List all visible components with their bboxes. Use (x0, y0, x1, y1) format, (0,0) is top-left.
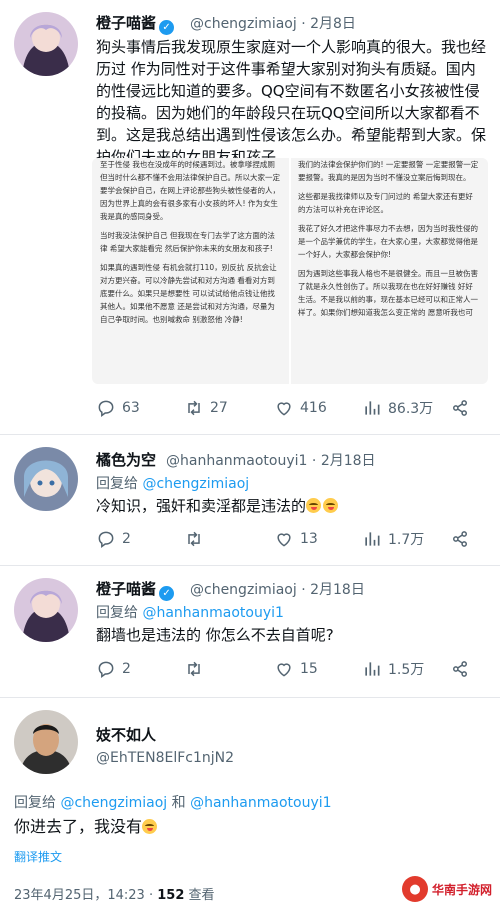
avatar[interactable] (14, 12, 78, 76)
like-button[interactable]: 13 (274, 528, 318, 550)
tweet-date[interactable]: 2月18日 (310, 582, 365, 598)
display-name[interactable]: 妓不如人 (96, 724, 156, 745)
avatar[interactable] (14, 578, 78, 642)
mention-link[interactable]: @chengzimiaoj (142, 476, 249, 492)
mention-link[interactable]: @hanhanmaotouyi1 (142, 605, 283, 621)
tweet-actions: 2 13 1.7万 (96, 528, 486, 550)
heart-icon (277, 402, 291, 416)
views-chart-icon (365, 401, 380, 415)
heart-icon (277, 663, 291, 677)
replying-to: 回复给 @hanhanmaotouyi1 (96, 605, 284, 621)
tweet-text: 狗头事情后我发现原生家庭对一个人影响真的很大。我也经历过 作为同性对于这件事希望… (96, 38, 487, 166)
views-button[interactable]: 1.5万 (362, 658, 424, 680)
tweet-text: 翻墙也是违法的 你怎么不去自首呢? (96, 626, 334, 644)
handle[interactable]: @chengzimiaoj (190, 582, 297, 598)
tweet-text: 你进去了，我没有 (14, 816, 484, 838)
verified-badge-icon: ✓ (159, 20, 175, 35)
display-name[interactable]: 橘色为空 (96, 449, 156, 470)
tweet-meta: @chengzimiaoj · 2月18日 (190, 582, 365, 598)
tweet-date[interactable]: 2月8日 (310, 16, 356, 32)
laughing-emoji-icon (323, 498, 339, 513)
display-name[interactable]: 橙子喵酱 ✓ (96, 12, 177, 35)
tweet-text: 冷知识，强奸和卖淫都是违法的 (96, 495, 486, 517)
retweet-icon (188, 400, 200, 416)
tweet-actions: 2 15 1.5万 (96, 658, 486, 680)
handle[interactable]: @chengzimiaoj (190, 16, 297, 32)
mention-link[interactable]: @hanhanmaotouyi1 (190, 795, 331, 811)
handle[interactable]: @hanhanmaotouyi1 (166, 453, 307, 469)
tweet-main: 橙子喵酱 ✓ @chengzimiaoj · 2月8日 狗头事情后我发现原生家庭对… (0, 0, 500, 440)
site-watermark: ● 华南手游网 (401, 876, 492, 902)
retweet-icon (188, 661, 200, 677)
share-icon (453, 661, 467, 677)
heart-icon (277, 533, 291, 547)
reply-button[interactable]: 2 (96, 658, 131, 680)
tweet-date[interactable]: 2月18日 (321, 453, 376, 469)
attached-image[interactable]: 至于性侵 我也在没成年的时候遇到过。被拿嗲捏成厕 但当时什么都不懂不会用法律保护… (92, 158, 488, 384)
views-chart-icon (365, 662, 380, 676)
reply-tweet: 橙子喵酱 ✓ @chengzimiaoj · 2月18日 回复给 @hanhanm… (0, 566, 500, 696)
views-button[interactable]: 1.7万 (362, 528, 424, 550)
laughing-emoji-icon (142, 819, 158, 834)
watermark-logo-icon: ● (401, 876, 428, 902)
views-chart-icon (365, 532, 380, 546)
share-button[interactable] (450, 658, 476, 680)
retweet-button[interactable] (184, 658, 210, 680)
reply-icon (98, 400, 114, 417)
reply-icon (98, 531, 114, 548)
tweet-actions: 63 27 416 86.3万 (96, 397, 486, 419)
reply-icon (98, 661, 114, 678)
mention-link[interactable]: @chengzimiaoj (60, 795, 167, 811)
like-button[interactable]: 15 (274, 658, 318, 680)
image-split (289, 158, 291, 384)
avatar[interactable] (14, 710, 78, 774)
reply-button[interactable]: 2 (96, 528, 131, 550)
share-button[interactable] (450, 528, 476, 550)
view-count: 152 (157, 888, 185, 903)
retweet-button[interactable]: 27 (184, 397, 228, 419)
replying-to: 回复给 @chengzimiaoj (96, 476, 250, 492)
image-left-column: 至于性侵 我也在没成年的时候遇到过。被拿嗲捏成厕 但当时什么都不懂不会用法律保护… (100, 160, 280, 324)
tweet-timestamp: 23年4月25日，14:23 · 152 查看 (14, 888, 215, 903)
verified-badge-icon: ✓ (159, 586, 175, 601)
display-name[interactable]: 橙子喵酱 ✓ (96, 578, 177, 601)
reply-tweet: 橘色为空 @hanhanmaotouyi1 · 2月18日 回复给 @cheng… (0, 435, 500, 565)
image-right-column: 我们的法律会保护你们的! 一定要报警 一定要报警一定要报警。我真的是因为当时不懂… (298, 160, 479, 317)
retweet-icon (188, 531, 200, 547)
views-button[interactable]: 86.3万 (362, 397, 433, 419)
handle[interactable]: @EhTEN8ElFc1njN2 (96, 750, 234, 766)
avatar[interactable] (14, 447, 78, 511)
laughing-emoji-icon (306, 498, 322, 513)
translate-link[interactable]: 翻译推文 (14, 848, 62, 865)
tweet-meta: @chengzimiaoj · 2月8日 (190, 16, 356, 32)
like-button[interactable]: 416 (274, 397, 327, 419)
share-icon (453, 400, 467, 416)
share-button[interactable] (450, 397, 476, 419)
share-icon (453, 531, 467, 547)
replying-to: 回复给 @chengzimiaoj 和 @hanhanmaotouyi1 (14, 795, 332, 811)
reply-button[interactable]: 63 (96, 397, 140, 419)
tweet-meta: @hanhanmaotouyi1 · 2月18日 (166, 453, 376, 469)
retweet-button[interactable] (184, 528, 210, 550)
